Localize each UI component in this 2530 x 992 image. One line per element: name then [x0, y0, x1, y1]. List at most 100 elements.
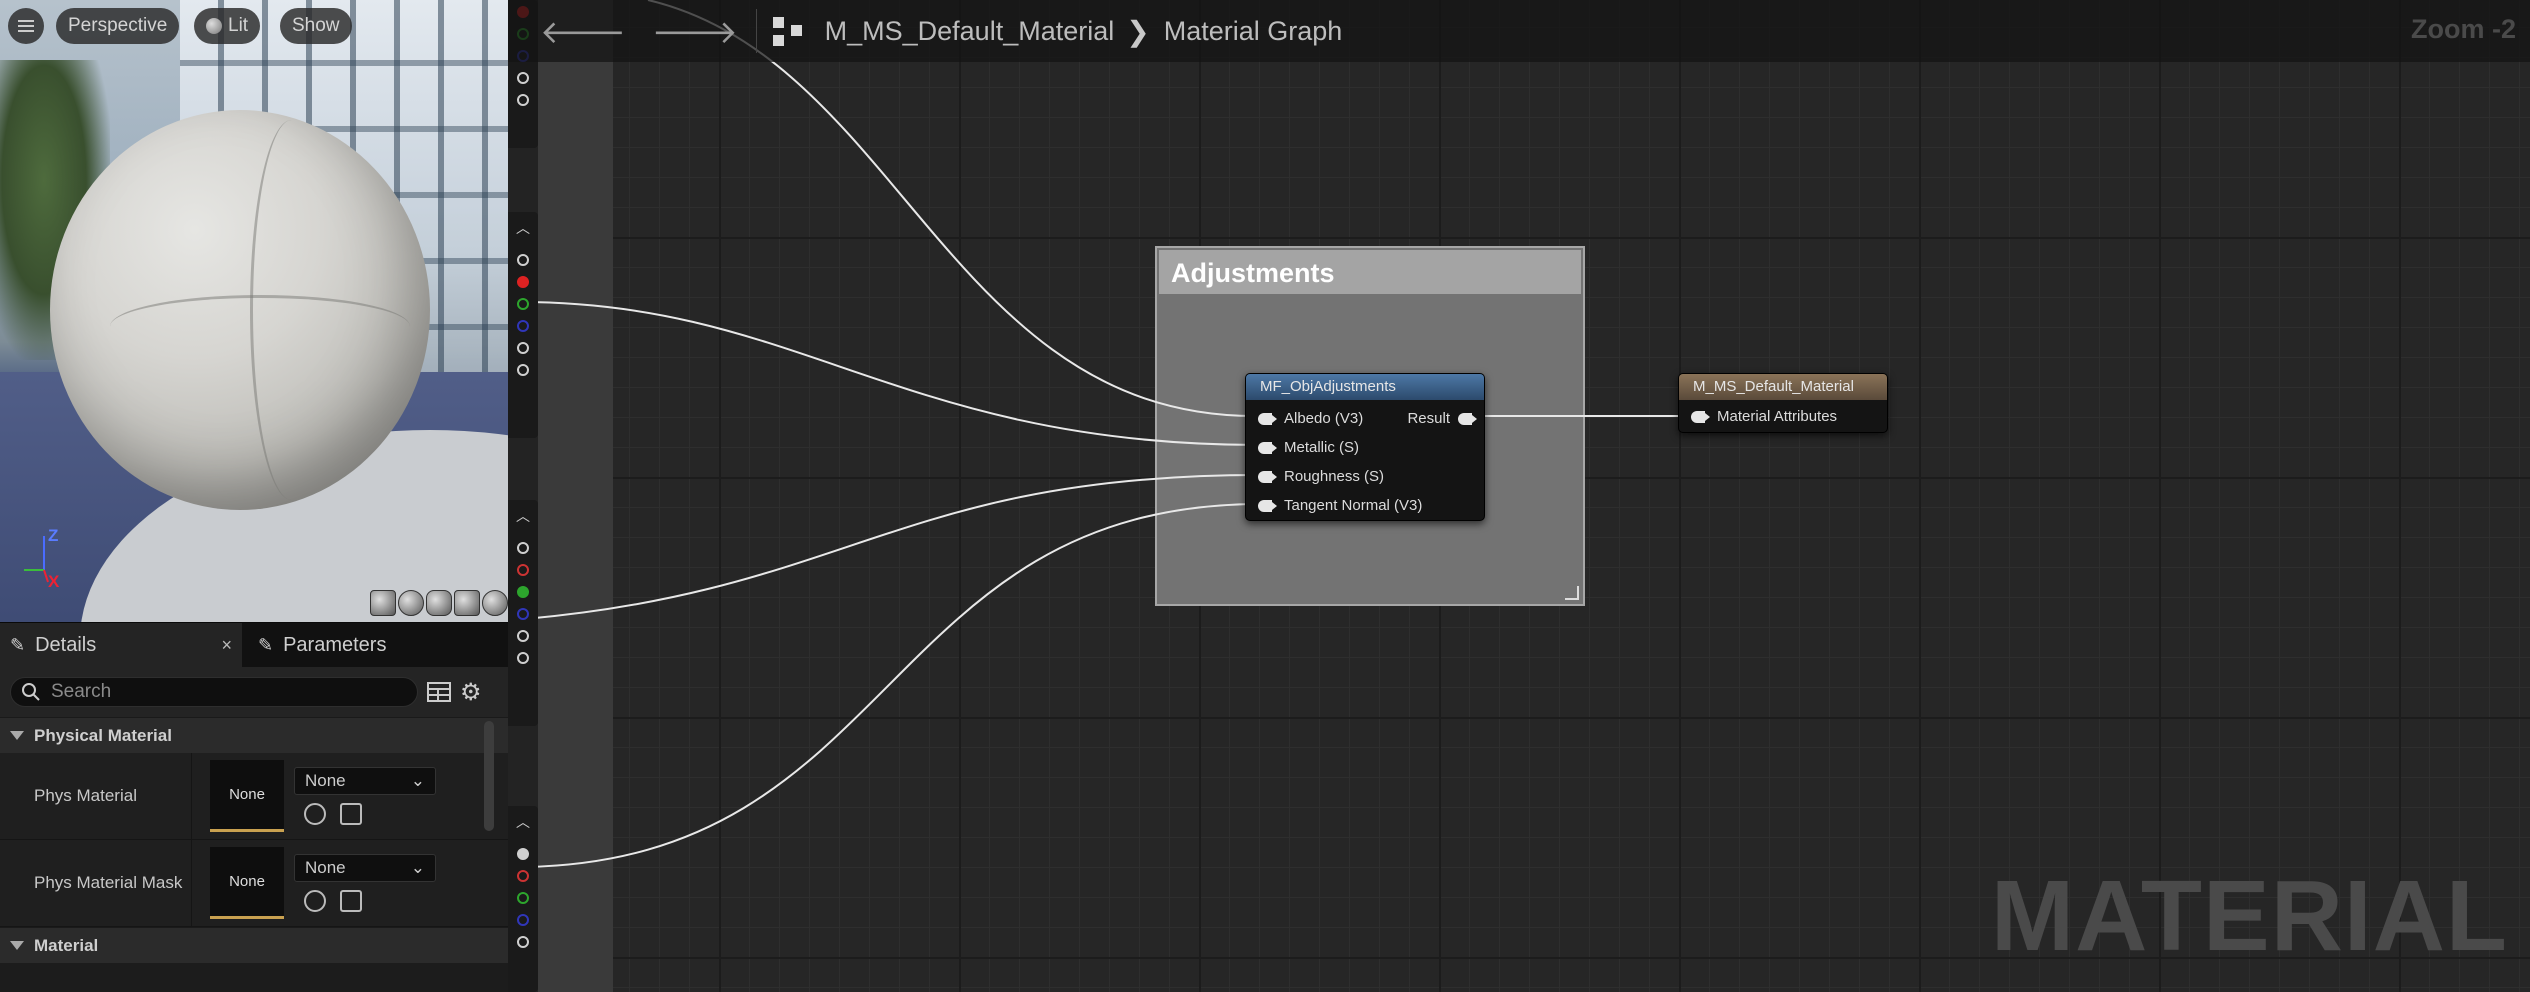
output-pin-icon[interactable]: [1458, 412, 1477, 425]
prop-label: Phys Material Mask: [0, 840, 192, 926]
collapse-caret-icon[interactable]: ︿: [516, 812, 530, 832]
pin-white-icon[interactable]: [517, 342, 529, 354]
reroute-node-4[interactable]: ︿: [508, 806, 538, 992]
scrollbar-thumb[interactable]: [484, 721, 494, 831]
input-pin-icon[interactable]: [1258, 499, 1277, 512]
cube-icon[interactable]: [454, 590, 480, 616]
section-physical-material[interactable]: Physical Material: [0, 717, 508, 753]
table-view-icon[interactable]: [426, 681, 452, 703]
search-box[interactable]: [10, 677, 418, 707]
output-label-result: Result: [1407, 410, 1450, 427]
asset-picker-value: None: [305, 858, 346, 877]
pin-green-icon[interactable]: [517, 892, 529, 904]
back-arrow-icon[interactable]: 🡐: [540, 12, 626, 51]
asset-picker-dropdown[interactable]: None ⌄: [294, 767, 436, 795]
pencil-icon: ✎: [10, 634, 26, 655]
lit-sphere-icon: [206, 18, 222, 34]
divider: [755, 9, 757, 53]
input-pin-icon[interactable]: [1258, 412, 1277, 425]
pin-blue-icon[interactable]: [517, 914, 529, 926]
pin-white-icon[interactable]: [517, 630, 529, 642]
asset-actions: [294, 803, 436, 825]
pin-red-icon[interactable]: [517, 870, 529, 882]
pin-white-icon[interactable]: [517, 72, 529, 84]
hamburger-icon: [18, 25, 34, 27]
input-pin-icon[interactable]: [1258, 441, 1277, 454]
breadcrumb-asset[interactable]: M_MS_Default_Material: [825, 16, 1115, 47]
asset-thumbnail[interactable]: None: [210, 760, 284, 832]
pin-blue-icon[interactable]: [517, 608, 529, 620]
node-title[interactable]: M_MS_Default_Material: [1679, 374, 1887, 400]
tab-details[interactable]: ✎ Details ×: [0, 623, 242, 667]
preview-shape-bar: [370, 590, 508, 616]
input-pin-icon[interactable]: [1258, 470, 1277, 483]
chevron-down-icon: ⌄: [410, 771, 425, 790]
section-title: Physical Material: [34, 725, 172, 745]
sphere-icon[interactable]: [398, 590, 424, 616]
node-input-row[interactable]: Albedo (V3) Result: [1246, 404, 1484, 433]
pin-white-icon[interactable]: [517, 254, 529, 266]
pin-green-icon[interactable]: [517, 586, 529, 598]
section-material[interactable]: Material: [0, 927, 508, 963]
asset-thumbnail[interactable]: None: [210, 847, 284, 919]
pin-blue-icon[interactable]: [517, 320, 529, 332]
teapot-icon[interactable]: [482, 590, 508, 616]
pin-red-icon[interactable]: [517, 276, 529, 288]
show-button[interactable]: Show: [280, 8, 352, 44]
close-icon[interactable]: ×: [221, 635, 232, 656]
lit-button[interactable]: Lit: [194, 8, 261, 44]
cylinder-icon[interactable]: [370, 590, 396, 616]
collapse-caret-icon[interactable]: ︿: [516, 218, 530, 238]
pin-white-icon[interactable]: [517, 542, 529, 554]
node-input-row[interactable]: Tangent Normal (V3): [1246, 491, 1484, 520]
search-input[interactable]: [51, 681, 381, 703]
node-mf-objadjustments[interactable]: MF_ObjAdjustments Albedo (V3) Result Met…: [1245, 373, 1485, 521]
gear-icon[interactable]: ⚙: [460, 678, 482, 707]
use-selected-icon[interactable]: [304, 803, 326, 825]
asset-picker-dropdown[interactable]: None ⌄: [294, 854, 436, 882]
node-input-row[interactable]: Metallic (S): [1246, 433, 1484, 462]
output-row[interactable]: Result: [1407, 410, 1484, 427]
wire-albedo: [647, 0, 1261, 418]
perspective-button[interactable]: Perspective: [56, 8, 180, 44]
pin-white-icon[interactable]: [517, 848, 529, 860]
breadcrumb-graph[interactable]: Material Graph: [1164, 16, 1343, 47]
preview-sphere: [50, 110, 430, 510]
reroute-node-3[interactable]: ︿: [508, 500, 538, 726]
input-pin-icon[interactable]: [1691, 410, 1710, 423]
asset-picker-value: None: [305, 771, 346, 790]
viewport-menu-button[interactable]: [8, 8, 44, 44]
pin-green-icon[interactable]: [517, 298, 529, 310]
use-selected-icon[interactable]: [304, 890, 326, 912]
plane-icon[interactable]: [426, 590, 452, 616]
node-title[interactable]: MF_ObjAdjustments: [1246, 374, 1484, 400]
pin-alpha-icon[interactable]: [517, 364, 529, 376]
details-scrollbar[interactable]: [482, 719, 496, 992]
pin-alpha-icon[interactable]: [517, 94, 529, 106]
browse-folder-icon[interactable]: [340, 890, 362, 912]
node-input-row[interactable]: Material Attributes: [1679, 402, 1887, 431]
pin-white-icon[interactable]: [517, 936, 529, 948]
forward-arrow-icon[interactable]: 🡒: [652, 12, 738, 51]
preview-viewport[interactable]: Perspective Lit Show Z X: [0, 0, 508, 622]
search-icon: [22, 683, 40, 701]
graph-breadcrumb-bar: 🡐 🡒 M_MS_Default_Material ❯ Material Gra…: [508, 0, 2530, 62]
browse-folder-icon[interactable]: [340, 803, 362, 825]
node-material-result[interactable]: M_MS_Default_Material Material Attribute…: [1678, 373, 1888, 433]
chevron-down-icon: ⌄: [410, 858, 425, 877]
reroute-node-2[interactable]: ︿: [508, 212, 538, 438]
tab-parameters-label: Parameters: [283, 633, 387, 656]
tab-parameters[interactable]: ✎ Parameters: [248, 623, 396, 667]
lit-label: Lit: [228, 15, 249, 36]
pin-red-icon[interactable]: [517, 564, 529, 576]
input-label-albedo: Albedo (V3): [1284, 410, 1364, 427]
chevron-right-icon: ❯: [1126, 15, 1150, 47]
section-title: Material: [34, 935, 99, 955]
node-input-row[interactable]: Roughness (S): [1246, 462, 1484, 491]
collapse-caret-icon[interactable]: ︿: [516, 506, 530, 526]
zoom-level: Zoom -2: [2411, 14, 2516, 44]
prop-row-phys-material: Phys Material None None ⌄: [0, 753, 508, 840]
tab-details-label: Details: [35, 633, 97, 656]
pin-alpha-icon[interactable]: [517, 652, 529, 664]
input-label-material-attributes: Material Attributes: [1717, 408, 1838, 425]
